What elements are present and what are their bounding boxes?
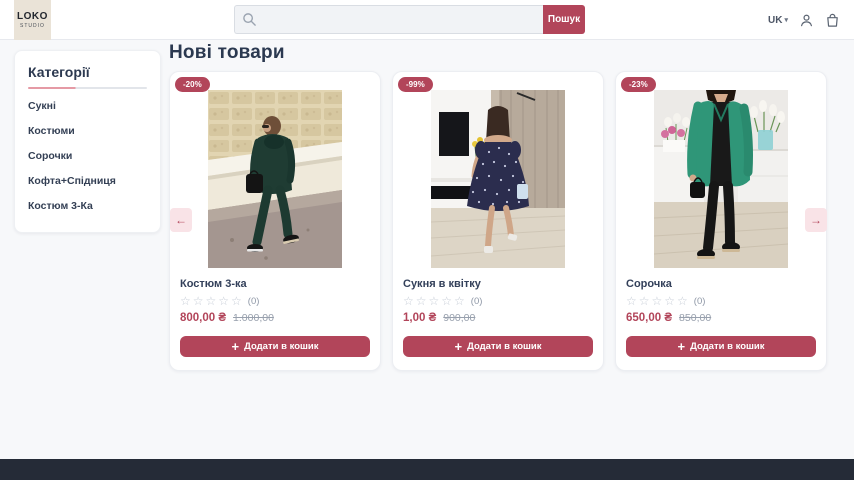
product-old-price: 900,00	[443, 312, 475, 324]
sidebar-item-suits[interactable]: Костюми	[28, 118, 147, 143]
sidebar-item-dresses[interactable]: Сукні	[28, 93, 147, 118]
product-title[interactable]: Костюм 3-ка	[180, 278, 370, 290]
language-label: UK	[768, 15, 782, 26]
page-title: Нові товари	[169, 42, 828, 64]
product-card: -20%	[169, 71, 381, 371]
sidebar-divider	[28, 87, 147, 89]
discount-badge: -20%	[175, 77, 210, 92]
search-input[interactable]	[234, 5, 543, 34]
sidebar-item-sweater-skirt[interactable]: Кофта+Спідниця	[28, 168, 147, 193]
review-count: (0)	[694, 296, 706, 307]
product-info: Костюм 3-ка ☆☆☆☆☆ (0) 800,00 ₴ 1.000,00	[170, 278, 380, 324]
sidebar-title: Категорії	[28, 64, 147, 80]
star-rating-icons[interactable]: ☆☆☆☆☆	[180, 295, 244, 307]
product-image[interactable]	[208, 90, 342, 268]
product-image[interactable]	[431, 90, 565, 268]
add-to-cart-button[interactable]: + Додати в кошик	[626, 336, 816, 357]
product-title[interactable]: Сорочка	[626, 278, 816, 290]
sidebar-item-suit-3pc[interactable]: Костюм 3-Ка	[28, 193, 147, 218]
categories-sidebar: Категорії Сукні Костюми Сорочки Кофта+Сп…	[14, 50, 161, 233]
product-info: Сукня в квітку ☆☆☆☆☆ (0) 1,00 ₴ 900,00	[393, 278, 603, 324]
cart-icon[interactable]	[825, 13, 840, 28]
header: LOKO STUDIO Пошук UK ▾	[0, 0, 854, 40]
product-image[interactable]	[654, 90, 788, 268]
discount-badge: -23%	[621, 77, 656, 92]
user-icon[interactable]	[799, 13, 814, 28]
search-button[interactable]: Пошук	[543, 5, 585, 34]
language-selector[interactable]: UK ▾	[768, 15, 788, 26]
product-price: 650,00 ₴	[626, 312, 672, 324]
logo-title: LOKO	[17, 11, 48, 22]
product-old-price: 1.000,00	[233, 312, 274, 324]
add-to-cart-label: Додати в кошик	[467, 341, 541, 352]
star-rating-icons[interactable]: ☆☆☆☆☆	[626, 295, 690, 307]
product-price: 800,00 ₴	[180, 312, 226, 324]
review-count: (0)	[248, 296, 260, 307]
product-info: Сорочка ☆☆☆☆☆ (0) 650,00 ₴ 850,00	[616, 278, 826, 324]
plus-icon: +	[677, 340, 685, 353]
star-rating-icons[interactable]: ☆☆☆☆☆	[403, 295, 467, 307]
product-card: -99%	[392, 71, 604, 371]
product-title[interactable]: Сукня в квітку	[403, 278, 593, 290]
discount-badge: -99%	[398, 77, 433, 92]
add-to-cart-label: Додати в кошик	[690, 341, 764, 352]
plus-icon: +	[231, 340, 239, 353]
carousel-next-button[interactable]: →	[805, 208, 827, 232]
add-to-cart-button[interactable]: + Додати в кошик	[180, 336, 370, 357]
logo-subtitle: STUDIO	[20, 23, 45, 29]
chevron-down-icon: ▾	[784, 16, 788, 24]
add-to-cart-label: Додати в кошик	[244, 341, 318, 352]
header-controls: UK ▾	[768, 0, 840, 40]
logo[interactable]: LOKO STUDIO	[14, 0, 51, 40]
add-to-cart-button[interactable]: + Додати в кошик	[403, 336, 593, 357]
sidebar-item-shirts[interactable]: Сорочки	[28, 143, 147, 168]
product-old-price: 850,00	[679, 312, 711, 324]
search-bar: Пошук	[234, 5, 585, 34]
product-card: -23%	[615, 71, 827, 371]
product-price: 1,00 ₴	[403, 312, 436, 324]
main-content: Нові товари -20%	[169, 42, 828, 371]
footer	[0, 459, 854, 480]
carousel-prev-button[interactable]: ←	[170, 208, 192, 232]
plus-icon: +	[454, 340, 462, 353]
review-count: (0)	[471, 296, 483, 307]
new-products-carousel: -20%	[169, 71, 828, 371]
